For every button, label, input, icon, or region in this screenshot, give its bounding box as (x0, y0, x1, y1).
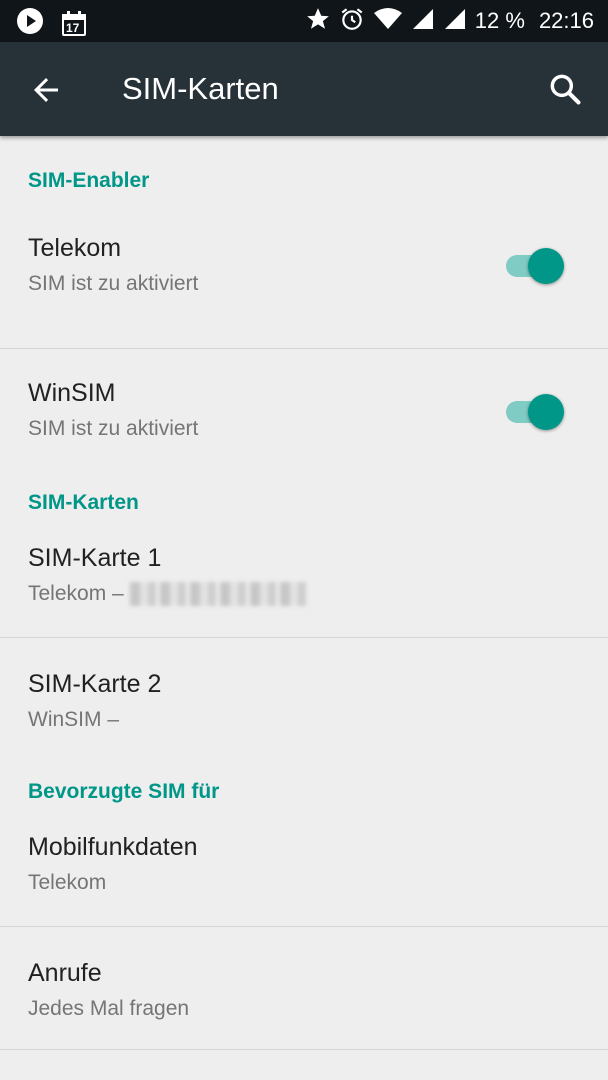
list-item-sim-card-1[interactable]: SIM-Karte 1 Telekom – (0, 532, 608, 637)
toggle-thumb (528, 248, 564, 284)
wifi-icon (373, 6, 403, 37)
app-toolbar: SIM-Karten (0, 42, 608, 136)
telekom-toggle-switch[interactable] (504, 248, 564, 284)
page-title: SIM-Karten (122, 71, 279, 106)
toggle-thumb (528, 394, 564, 430)
list-item-winsim-enabler[interactable]: WinSIM SIM ist zu aktiviert (0, 349, 608, 455)
winsim-toggle-switch[interactable] (504, 394, 564, 430)
item-title: Anrufe (28, 959, 102, 987)
redacted-phone-number (129, 582, 306, 607)
play-icon (16, 7, 44, 40)
item-subtitle: WinSIM – (28, 708, 120, 731)
section-header-sim-cards: SIM-Karten (28, 491, 139, 514)
calendar-icon: 17 (60, 10, 88, 38)
item-subtitle: Telekom (28, 871, 107, 894)
status-bar-system: 12 % 22:16 (305, 0, 594, 42)
list-item-mobile-data[interactable]: Mobilfunkdaten Telekom (0, 821, 608, 926)
search-icon[interactable] (546, 70, 584, 108)
item-title: WinSIM (28, 379, 116, 407)
settings-list: SIM-Enabler Telekom SIM ist zu aktiviert… (0, 136, 608, 1050)
list-item-telekom-enabler[interactable]: Telekom SIM ist zu aktiviert (0, 226, 608, 348)
battery-level: 12 % (474, 8, 525, 33)
clock: 22:16 (538, 8, 594, 33)
section-header-sim-enabler: SIM-Enabler (28, 169, 150, 192)
status-bar-notifications: 17 (16, 7, 88, 40)
star-icon (305, 6, 331, 37)
list-item-sim-card-2[interactable]: SIM-Karte 2 WinSIM – (0, 638, 608, 744)
item-subtitle: SIM ist zu aktiviert (28, 417, 199, 440)
item-subtitle-row: Telekom – (28, 582, 306, 607)
signal-2-icon (443, 7, 467, 36)
signal-1-icon (411, 7, 435, 36)
item-subtitle: Jedes Mal fragen (28, 997, 190, 1020)
item-title: Telekom (28, 234, 122, 262)
item-title: SIM-Karte 1 (28, 544, 162, 572)
back-arrow-icon[interactable] (28, 72, 64, 108)
item-subtitle: Telekom – (28, 582, 124, 605)
alarm-icon (339, 6, 365, 37)
divider (0, 1049, 608, 1050)
calendar-day: 17 (66, 20, 80, 35)
item-title: SIM-Karte 2 (28, 670, 162, 698)
item-title: Mobilfunkdaten (28, 833, 198, 861)
section-header-preferred-sim: Bevorzugte SIM für (28, 780, 220, 803)
status-bar: 17 12 % 22:16 (0, 0, 608, 42)
list-item-calls[interactable]: Anrufe Jedes Mal fragen (0, 927, 608, 1049)
item-subtitle: SIM ist zu aktiviert (28, 272, 199, 295)
